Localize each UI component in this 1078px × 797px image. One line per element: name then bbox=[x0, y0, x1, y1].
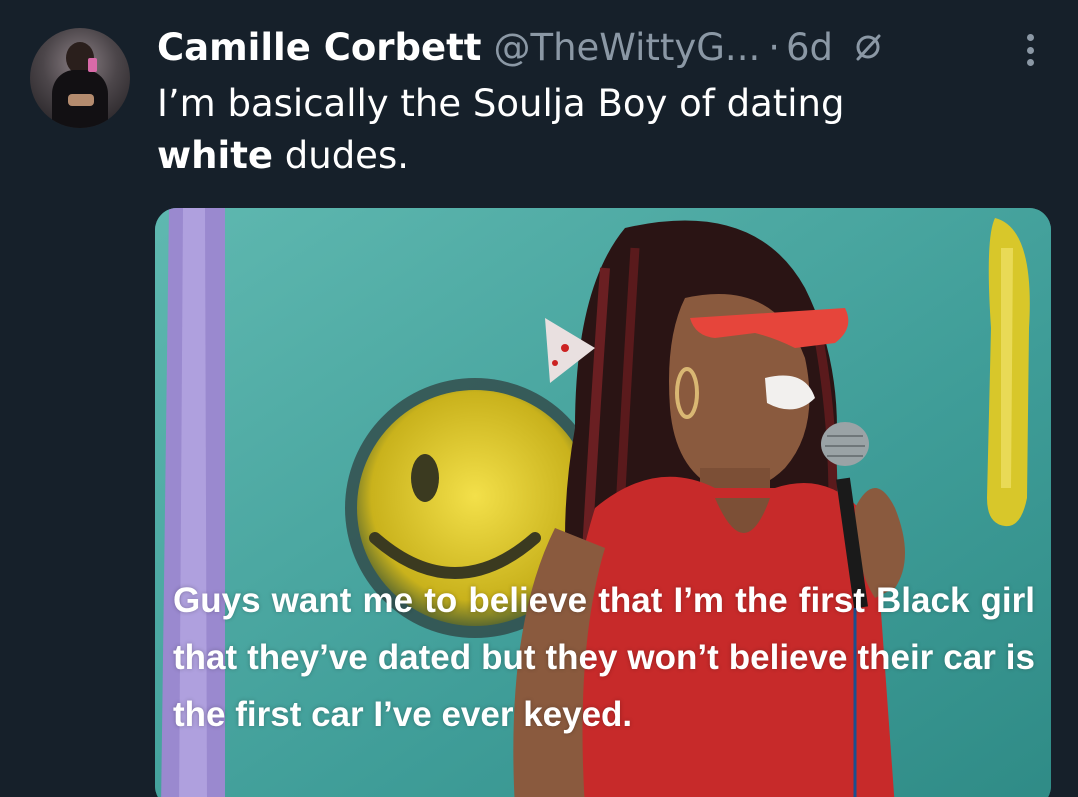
tweet-media-image[interactable]: Guys want me to believe that I’m the fir… bbox=[155, 208, 1051, 797]
tweet-header: Camille Corbett @TheWittyG... · 6d bbox=[157, 22, 885, 72]
tweet-text-part2: dudes. bbox=[273, 134, 409, 177]
edited-icon[interactable] bbox=[851, 30, 885, 64]
media-caption: Guys want me to believe that I’m the fir… bbox=[173, 581, 1035, 734]
author-name[interactable]: Camille Corbett bbox=[157, 26, 481, 69]
more-dot bbox=[1026, 34, 1034, 41]
more-dot bbox=[1026, 46, 1034, 54]
tweet-text: I’m basically the Soulja Boy of dating w… bbox=[157, 78, 1037, 182]
separator-dot: · bbox=[768, 25, 780, 69]
avatar-midriff bbox=[68, 94, 94, 106]
timestamp[interactable]: 6d bbox=[786, 26, 833, 69]
more-dot bbox=[1026, 59, 1034, 66]
tweet[interactable]: Camille Corbett @TheWittyG... · 6d I’m b… bbox=[0, 0, 1078, 797]
avatar[interactable] bbox=[30, 28, 130, 128]
tweet-text-part1: I’m basically the Soulja Boy of dating bbox=[157, 82, 845, 125]
avatar-phone bbox=[88, 58, 97, 72]
more-options-icon[interactable] bbox=[1016, 30, 1044, 70]
author-handle[interactable]: @TheWittyG... bbox=[493, 26, 760, 69]
tweet-text-bold: white bbox=[157, 134, 273, 177]
